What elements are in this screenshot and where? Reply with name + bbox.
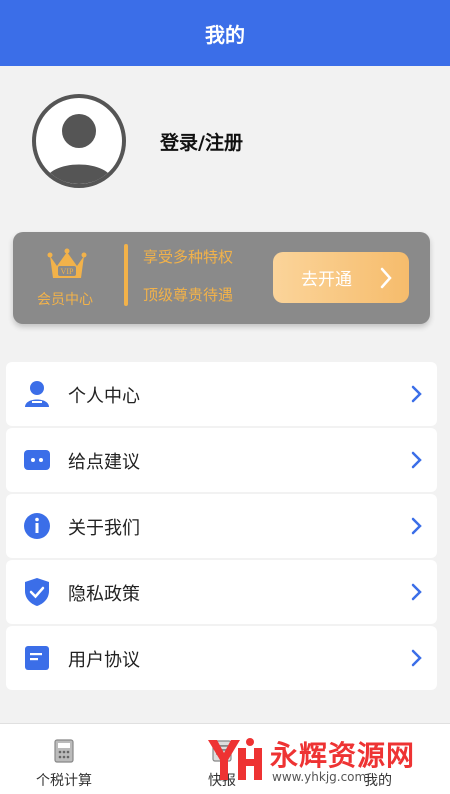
default-avatar-icon — [44, 114, 114, 184]
crown-icon — [47, 248, 87, 278]
vip-open-label: 去开通 — [301, 270, 352, 290]
page-title: 我的 — [205, 22, 245, 47]
chat-icon — [24, 450, 50, 470]
vip-text-mark: VIP — [61, 267, 74, 276]
menu-item-label: 个人中心 — [68, 386, 140, 407]
menu-item-label: 给点建议 — [68, 452, 140, 473]
app-header: 我的 — [0, 0, 450, 66]
chevron-right-icon — [411, 385, 422, 403]
chevron-right-icon — [411, 517, 422, 535]
vip-open-button[interactable]: 去开通 — [273, 252, 409, 303]
vip-center-label[interactable]: 会员中心 — [37, 289, 93, 309]
avatar[interactable] — [32, 94, 126, 188]
vip-benefit-1: 享受多种特权 — [143, 248, 234, 266]
tab-label: 个税计算 — [36, 773, 92, 789]
shield-check-icon — [25, 578, 49, 606]
chevron-right-icon — [411, 451, 422, 469]
menu-item-about-us[interactable]: 关于我们 — [6, 494, 437, 558]
chevron-right-icon — [380, 267, 392, 289]
menu-item-label: 隐私政策 — [68, 584, 140, 605]
vip-benefit-2: 顶级尊贵待遇 — [143, 286, 234, 304]
menu-item-personal-center[interactable]: 个人中心 — [6, 362, 437, 426]
vip-card: VIP 会员中心 享受多种特权 顶级尊贵待遇 去开通 — [13, 232, 430, 324]
person-icon — [25, 381, 49, 407]
watermark-brand: 永辉资源网 — [270, 739, 416, 772]
menu-item-label: 关于我们 — [68, 518, 140, 539]
calculator-icon — [54, 739, 74, 763]
info-icon — [24, 513, 50, 539]
menu-item-privacy-policy[interactable]: 隐私政策 — [6, 560, 437, 624]
chevron-right-icon — [411, 583, 422, 601]
menu-item-user-agreement[interactable]: 用户协议 — [6, 626, 437, 690]
watermark-url: www.yhkjg.com — [272, 770, 367, 784]
tab-tax-calculator[interactable]: 个税计算 — [14, 724, 114, 794]
watermark: 永辉资源网 www.yhkjg.com — [200, 728, 450, 790]
vip-divider — [124, 244, 128, 306]
profile-section: 登录/注册 — [0, 66, 450, 216]
menu-item-label: 用户协议 — [68, 650, 140, 671]
login-register-link[interactable]: 登录/注册 — [160, 128, 243, 155]
menu-item-feedback[interactable]: 给点建议 — [6, 428, 437, 492]
svg-text:VIP: VIP — [61, 267, 74, 276]
chevron-right-icon — [411, 649, 422, 667]
document-icon — [25, 646, 49, 670]
brand-logo-icon — [208, 738, 262, 780]
